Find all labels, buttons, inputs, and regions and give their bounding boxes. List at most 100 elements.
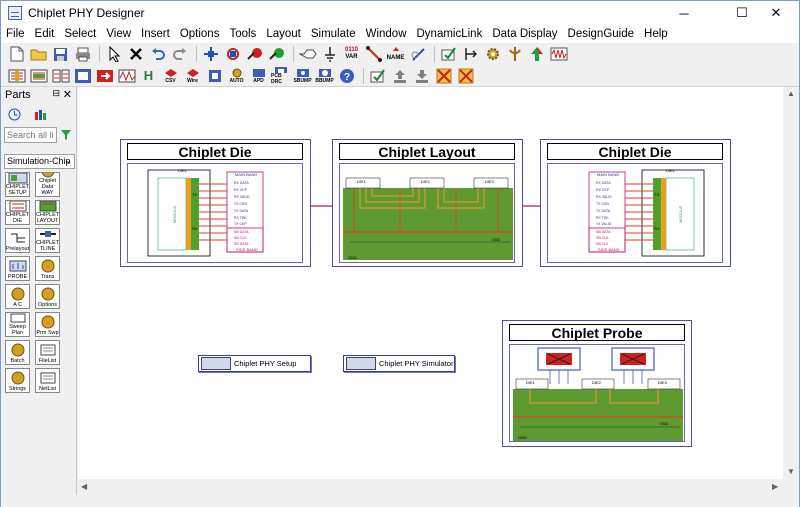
h-tool-icon[interactable]: H (139, 66, 158, 85)
csv-tool-icon[interactable]: CSV (161, 66, 180, 85)
rotate-icon[interactable] (223, 45, 242, 64)
antenna-icon[interactable] (408, 45, 427, 64)
up-arrow-icon[interactable] (527, 45, 546, 64)
wire-tool-icon[interactable]: Wire (183, 66, 202, 85)
pcb-drc-tool-icon[interactable]: PCB DRC (271, 66, 290, 85)
palette-trans[interactable]: Trans (35, 256, 60, 281)
menu-dynamiclink[interactable]: DynamicLink (412, 28, 488, 40)
ground-icon[interactable] (320, 45, 339, 64)
vertical-scrollbar[interactable]: ▲ ▼ (783, 87, 799, 479)
name-icon[interactable]: NAME (386, 45, 405, 64)
palette-prm-swp[interactable]: Prm Swp (35, 312, 60, 337)
export-tool-icon[interactable] (95, 66, 114, 85)
delete-icon[interactable] (126, 45, 145, 64)
menu-view[interactable]: View (101, 28, 136, 40)
upload-icon[interactable] (390, 66, 409, 85)
title-bar: Chiplet PHY Designer ─ ☐ ✕ (1, 1, 799, 25)
parts-search-input[interactable] (4, 127, 57, 143)
scroll-left-icon[interactable]: ◀ (81, 482, 87, 491)
chiplet-die-tool-icon[interactable] (7, 66, 26, 85)
menu-tools[interactable]: Tools (224, 28, 261, 40)
gear-icon[interactable] (483, 45, 502, 64)
chiplet-phy-setup-component[interactable]: Chiplet PHY Setup (198, 355, 311, 372)
save-icon[interactable] (51, 45, 70, 64)
chiplet-phy-simulator-component[interactable]: Chiplet PHY Simulator (343, 355, 455, 372)
menu-designguide[interactable]: DesignGuide (563, 28, 639, 40)
palette-options[interactable]: Options (35, 284, 60, 309)
port-icon[interactable] (298, 45, 317, 64)
open-folder-icon[interactable] (29, 45, 48, 64)
palette-ac[interactable]: A C (5, 284, 30, 309)
palette-chiplet-data[interactable]: Chiplet Data WAY (35, 172, 60, 197)
palette-filelist[interactable]: FileList (35, 340, 60, 365)
short-icon[interactable] (456, 66, 475, 85)
deactivate-icon[interactable] (434, 66, 453, 85)
palette-netlist[interactable]: NetList (35, 368, 60, 393)
chiplet-probe-block[interactable]: Chiplet Probe DIE1 DIE2 DIE3 VDD GND (502, 320, 692, 447)
sbump-tool-icon[interactable]: SBUMP (293, 66, 312, 85)
chiplet-die-left-block[interactable]: Chiplet Die DIE1 MODULE MAIN BAND SIDE B… (120, 139, 311, 267)
chiplet-die-right-diagram: DIE1 MODULE MAIN BAND SIDE BAND TX RX RX… (547, 163, 723, 263)
menu-data-display[interactable]: Data Display (487, 28, 562, 40)
palette-chiplet-die[interactable]: CHIPLET DIE (5, 200, 30, 225)
palette-chiplet-layout[interactable]: CHIPLET LAYOUT (35, 200, 60, 225)
horizontal-scrollbar[interactable]: ◀ ▶ (78, 479, 783, 495)
new-file-icon[interactable] (7, 45, 26, 64)
palette-prelayout[interactable]: Prelayout (5, 228, 30, 253)
menu-layout[interactable]: Layout (261, 28, 306, 40)
edit-check-icon[interactable] (368, 66, 387, 85)
download-icon[interactable] (412, 66, 431, 85)
chiplet-die-right-block[interactable]: Chiplet Die DIE1 MODULE MAIN BAND SIDE B… (540, 139, 731, 267)
menu-window[interactable]: Window (361, 28, 412, 40)
chiplet-layout-block[interactable]: Chiplet Layout DIE1 DIE2 DIE3 VDD GND (332, 139, 523, 267)
menu-insert[interactable]: Insert (136, 28, 175, 40)
history-icon[interactable] (8, 108, 21, 124)
palette-strings[interactable]: Strings (5, 368, 30, 393)
menu-file[interactable]: File (1, 28, 30, 40)
menu-simulate[interactable]: Simulate (306, 28, 361, 40)
component-red-icon[interactable] (245, 45, 264, 64)
chiplet-dual-tool-icon[interactable] (51, 66, 70, 85)
apd-tool-icon[interactable]: APD (249, 66, 268, 85)
simulate-wave-icon[interactable] (549, 45, 568, 64)
menu-edit[interactable]: Edit (30, 28, 60, 40)
minimize-button[interactable]: ─ (661, 1, 707, 25)
move-icon[interactable] (201, 45, 220, 64)
print-icon[interactable] (73, 45, 92, 64)
help-icon[interactable]: ? (337, 66, 356, 85)
component-green-icon[interactable] (267, 45, 286, 64)
auto-tool-icon[interactable]: AUTO (227, 66, 246, 85)
menu-select[interactable]: Select (59, 28, 101, 40)
waveform-tool-icon[interactable] (117, 66, 136, 85)
chiplet-layout-tool-icon[interactable] (29, 66, 48, 85)
redo-icon[interactable] (170, 45, 189, 64)
palette-chiplet-tline[interactable]: CHIPLET TLINE (35, 228, 60, 253)
filter-icon[interactable] (60, 129, 72, 141)
library-select[interactable]: Simulation-Chip ⌄ (4, 154, 75, 169)
palette-batch[interactable]: Batch (5, 340, 30, 365)
palette-probe[interactable]: PROBE (5, 256, 30, 281)
palette-sweep-plan[interactable]: Sweep Plan (5, 312, 30, 337)
var-icon[interactable]: 0110 VAR (342, 45, 361, 64)
scroll-right-icon[interactable]: ▶ (772, 482, 778, 491)
close-window-button[interactable]: ✕ (753, 1, 799, 25)
menu-options[interactable]: Options (175, 28, 225, 40)
wire-icon[interactable] (364, 45, 383, 64)
pin-icon[interactable]: ⊟ (52, 88, 60, 99)
menu-help[interactable]: Help (639, 28, 673, 40)
bbump-tool-icon[interactable]: BBUMP (315, 66, 334, 85)
scroll-up-icon[interactable]: ▲ (787, 89, 795, 98)
tx-label: TX (654, 192, 660, 197)
undo-icon[interactable] (148, 45, 167, 64)
library-icon[interactable] (34, 108, 47, 124)
chip-tool-icon[interactable] (205, 66, 224, 85)
close-icon[interactable]: ✕ (63, 88, 72, 101)
push-into-icon[interactable] (461, 45, 480, 64)
check-icon[interactable] (439, 45, 458, 64)
palette-chiplet-setup[interactable]: CHIPLET SETUP (5, 172, 30, 197)
tune-icon[interactable] (505, 45, 524, 64)
scroll-down-icon[interactable]: ▼ (787, 467, 795, 476)
chiplet-serdes-tool-icon[interactable] (73, 66, 92, 85)
schematic-canvas[interactable]: Chiplet Die DIE1 MODULE MAIN BAND SIDE B… (78, 87, 783, 479)
select-arrow-icon[interactable] (104, 45, 123, 64)
